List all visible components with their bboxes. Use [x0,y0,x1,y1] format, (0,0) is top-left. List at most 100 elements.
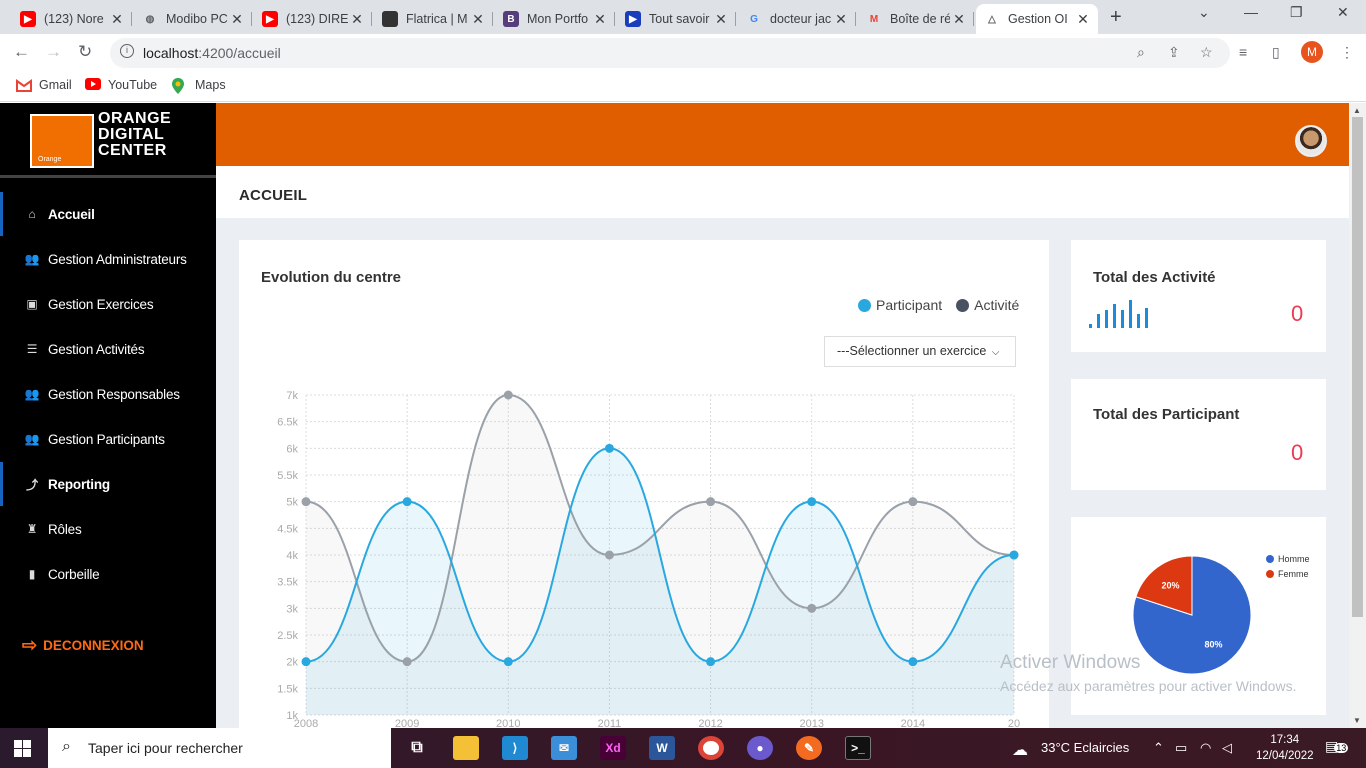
sidebar-divider [0,175,216,178]
weather-icon[interactable]: ☁ [1012,740,1028,760]
tab-close-icon[interactable]: ✕ [712,11,730,28]
youtube-icon: ▶ [262,11,278,27]
home-icon: ⌂ [28,207,36,221]
postman-icon[interactable]: ✎ [796,736,822,760]
browser-tab[interactable]: ▶ Tout savoir ✕ [617,4,736,34]
x-tick-label: 2012 [698,718,722,728]
browser-tab[interactable]: ▶ (123) Nore ✕ [12,4,132,34]
profile-avatar[interactable]: M [1301,41,1323,63]
scroll-thumb[interactable] [1352,117,1363,617]
browser-tab[interactable]: M Boîte de ré ✕ [858,4,974,34]
orange-digital-center-logo[interactable]: Orange ORANGE DIGITAL CENTER [30,111,184,169]
adobe-xd-icon[interactable]: Xd [600,736,626,760]
y-tick-label: 4.5k [277,523,298,535]
tray-chevron-icon[interactable]: ⌃ [1153,740,1164,756]
bookmark-youtube[interactable]: YouTube [85,78,157,92]
bookmark-maps[interactable]: Maps [172,78,226,94]
reload-button[interactable]: ↻ [78,42,92,62]
minimize-button[interactable]: — [1244,4,1258,20]
tab-close-icon[interactable]: ✕ [832,11,850,28]
volume-icon[interactable]: ◁ [1222,740,1232,756]
battery-icon[interactable]: ▭ [1175,740,1187,756]
browser-tab[interactable]: Gdocteur jac ✕ [738,4,856,34]
y-tick-label: 7k [286,390,298,402]
browser-tab[interactable]: ◍ Modibo PC ✕ [134,4,252,34]
sidebar-item-corbeille[interactable]: ▮ Corbeille [0,552,216,596]
tab-close-icon[interactable]: ✕ [108,11,126,28]
total-activities-value: 0 [1291,301,1304,326]
chrome-icon[interactable] [698,736,724,760]
new-tab-button[interactable]: + [1110,6,1122,29]
clock-time: 17:34 [1270,734,1300,746]
logo-line: DIGITAL [98,126,165,143]
bookmark-gmail[interactable]: Gmail [16,78,72,92]
total-activities-card: Total des Activité 0 [1071,240,1326,352]
maximize-button[interactable]: ❐ [1290,4,1303,21]
word-icon[interactable]: W [649,736,675,760]
sidebar: Orange ORANGE DIGITAL CENTER ⌂ Accueil 👥 Ge… [0,103,216,728]
evolution-card: Evolution du centre Participant Activité… [239,240,1049,728]
logout-button[interactable]: ⇨ DECONNEXION [22,635,144,656]
omnibox[interactable]: i localhost:4200/accueil ⌕ ⇪ ☆ [110,38,1230,68]
forward-button[interactable]: → [45,42,62,62]
sidebar-item-label: Rôles [48,521,82,537]
tab-title: Boîte de ré [890,12,950,26]
sidebar-item-gestion-exercices[interactable]: ▣ Gestion Exercices [0,282,216,326]
taskbar-search[interactable]: ⌕ Taper ici pour rechercher [48,728,391,768]
sidebar-item-gestion-participants[interactable]: 👥 Gestion Participants [0,417,216,461]
sidebar-item-accueil[interactable]: ⌂ Accueil [0,192,216,236]
menu-kebab-icon[interactable]: ⋮ [1340,44,1354,61]
tab-close-icon[interactable]: ✕ [228,11,246,28]
side-panel-icon[interactable]: ▯ [1272,44,1280,61]
sidebar-item-r-les[interactable]: ♜ Rôles [0,507,216,551]
taskbar-clock[interactable]: 17:34 12/04/2022 [1256,732,1314,764]
zoom-icon[interactable]: ⌕ [1137,44,1145,61]
browser-tab[interactable]: ▶ (123) DIRE ✕ [254,4,372,34]
terminal-icon[interactable]: >_ [845,736,871,760]
sidebar-item-gestion-administrateurs[interactable]: 👥 Gestion Administrateurs [0,237,216,281]
orange-logo-square: Orange [30,114,94,168]
site-info-icon[interactable]: i [120,44,134,58]
tab-title: Flatrica | M [406,12,468,26]
sidebar-item-gestion-activit-s[interactable]: ☰ Gestion Activités [0,327,216,371]
windows-activation-watermark: Activer Windows Accédez aux paramètres p… [1000,652,1296,694]
vscode-icon[interactable]: ⟩ [502,736,528,760]
tab-search-icon[interactable]: ⌄ [1198,4,1210,21]
url-text[interactable]: localhost:4200/accueil [143,45,281,61]
page-scrollbar[interactable]: ▲ ▼ [1349,103,1366,728]
bookmark-star-icon[interactable]: ☆ [1200,44,1213,61]
task-view-icon[interactable]: ⧉ [404,736,430,760]
windows-start-icon[interactable] [14,740,32,758]
browser-tab[interactable]: Flatrica | M ✕ [374,4,493,34]
tab-close-icon[interactable]: ✕ [469,11,487,28]
file-explorer-icon[interactable] [453,736,479,760]
wifi-icon[interactable]: ◠ [1200,740,1211,756]
notifications-icon[interactable]: ▤13 [1325,738,1349,755]
weather-text[interactable]: 33°C Eclaircies [1041,740,1129,755]
back-button[interactable]: ← [13,42,30,62]
trash-icon: ▮ [28,567,36,581]
close-window-button[interactable]: ✕ [1337,4,1349,21]
tab-close-icon[interactable]: ✕ [348,11,366,28]
browser-tab[interactable]: B Mon Portfo ✕ [495,4,615,34]
tab-close-icon[interactable]: ✕ [591,11,609,28]
user-avatar[interactable] [1295,125,1327,157]
x-tick-label: 2013 [799,718,823,728]
mail-icon[interactable]: ✉ [551,736,577,760]
share-icon[interactable]: ⇪ [1168,44,1180,61]
globe-icon: ◍ [145,13,155,25]
watermark-title: Activer Windows [1000,652,1141,673]
total-participants-card: Total des Participant 0 [1071,379,1326,490]
sidebar-item-gestion-responsables[interactable]: 👥 Gestion Responsables [0,372,216,416]
scroll-down-arrow[interactable]: ▼ [1353,716,1361,725]
discord-icon[interactable]: ● [747,736,773,760]
browser-tab[interactable]: △ Gestion OI ✕ [976,4,1098,34]
sidebar-item-reporting[interactable]: ⤴ Reporting [0,462,216,506]
sidebar-item-label: Gestion Exercices [48,296,154,312]
bootstrap-icon: B [503,11,519,27]
scroll-up-arrow[interactable]: ▲ [1353,106,1361,115]
logout-label: DECONNEXION [43,638,144,653]
media-control-icon[interactable]: ≡ [1239,44,1247,60]
tab-close-icon[interactable]: ✕ [1074,11,1092,28]
tab-close-icon[interactable]: ✕ [950,11,968,28]
